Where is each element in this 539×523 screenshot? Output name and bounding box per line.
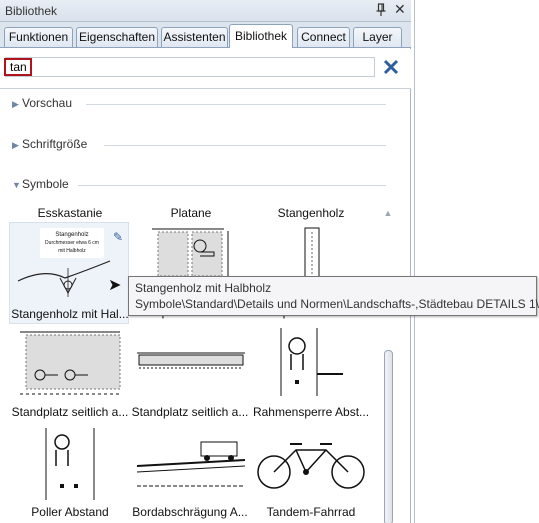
symbol-thumb-tandem-fahrrad[interactable] [256,432,368,494]
section-label: Schriftgröße [22,137,88,151]
symbol-thumb-poller[interactable] [42,428,98,500]
tooltip-path: Symbole\Standard\Details und Normen\Land… [135,297,539,311]
symbol-label: Stangenholz [277,206,345,220]
symbol-label: Platane [170,206,212,220]
library-panel: Bibliothek ✕ Funktionen Eigenschaften As… [0,0,411,523]
symbol-label: Bordabschrägung A... [132,505,248,519]
panel-title: Bibliothek [5,4,58,18]
tab-eigenschaften[interactable]: Eigenschaften [76,27,158,47]
drawing-area[interactable] [414,0,539,523]
symbol-label: Rahmensperre Abst... [252,405,370,419]
expand-arrow-icon: ▶ [12,99,19,109]
tab-connect[interactable]: Connect [297,27,350,47]
symbol-tooltip: Stangenholz mit Halbholz Symbole\Standar… [128,276,539,316]
scroll-up-arrow-icon[interactable]: ▲ [382,208,394,220]
close-icon[interactable]: ✕ [394,1,406,18]
tab-bibliothek[interactable]: Bibliothek [229,24,293,48]
search-input[interactable] [6,58,374,76]
thumb-caption-2: Durchmesser etwa 6 cm [45,240,99,246]
clear-search-icon[interactable] [381,58,401,78]
symbol-label: Standplatz seitlich a... [11,405,129,419]
symbol-thumb-stangenholz[interactable] [302,226,324,279]
symbol-label: Poller Abstand [31,505,109,519]
section-label: Symbole [22,177,69,191]
thumb-caption-1: Stangenholz [55,232,88,238]
tab-funktionen[interactable]: Funktionen [4,27,73,47]
thumb-caption-3: mit Halbholz [58,248,86,254]
tab-assistenten[interactable]: Assistenten [161,27,228,47]
symbol-thumb-standplatz-seitlich-2[interactable] [135,350,247,370]
symbol-label: Stangenholz mit Hal... [11,307,129,321]
symbols-scrollbar[interactable]: ▲ [382,208,394,523]
section-divider [104,145,386,146]
section-divider [86,104,386,105]
scroll-thumb[interactable] [384,350,393,523]
tab-layer[interactable]: Layer [353,27,402,47]
tab-bar: Funktionen Eigenschaften Assistenten Bib… [0,22,411,48]
section-vorschau[interactable]: ▶ Vorschau [12,96,402,114]
panel-titlebar: Bibliothek ✕ [0,0,411,22]
section-schriftgroesse[interactable]: ▶ Schriftgröße [12,137,402,155]
tooltip-title: Stangenholz mit Halbholz [135,281,272,295]
search-box [5,57,375,77]
symbol-thumb-bordabschraegung[interactable] [135,440,247,494]
section-label: Vorschau [22,96,73,110]
symbol-thumb-standplatz-hinten-1[interactable] [148,226,234,277]
mouse-cursor-icon: ➤ [108,277,122,294]
symbol-thumb-standplatz-seitlich-1[interactable] [16,330,124,398]
symbol-label: Tandem-Fahrrad [266,505,356,519]
pin-icon[interactable] [376,3,386,20]
section-symbole[interactable]: ▼Symbole [12,177,402,195]
symbol-label: Esskastanie [37,206,103,220]
section-divider [78,185,386,186]
symbol-label: Standplatz seitlich a... [131,405,249,419]
symbol-thumb-stangenholz-halbholz[interactable]: Stangenholz Durchmesser etwa 6 cm mit Ha… [9,222,129,324]
search-row [0,49,411,89]
edit-pencil-icon[interactable]: ✎ [113,230,123,244]
expand-arrow-icon: ▶ [12,140,19,150]
symbol-thumb-rahmensperre[interactable] [277,326,347,398]
collapse-arrow-icon: ▼ [12,180,21,190]
